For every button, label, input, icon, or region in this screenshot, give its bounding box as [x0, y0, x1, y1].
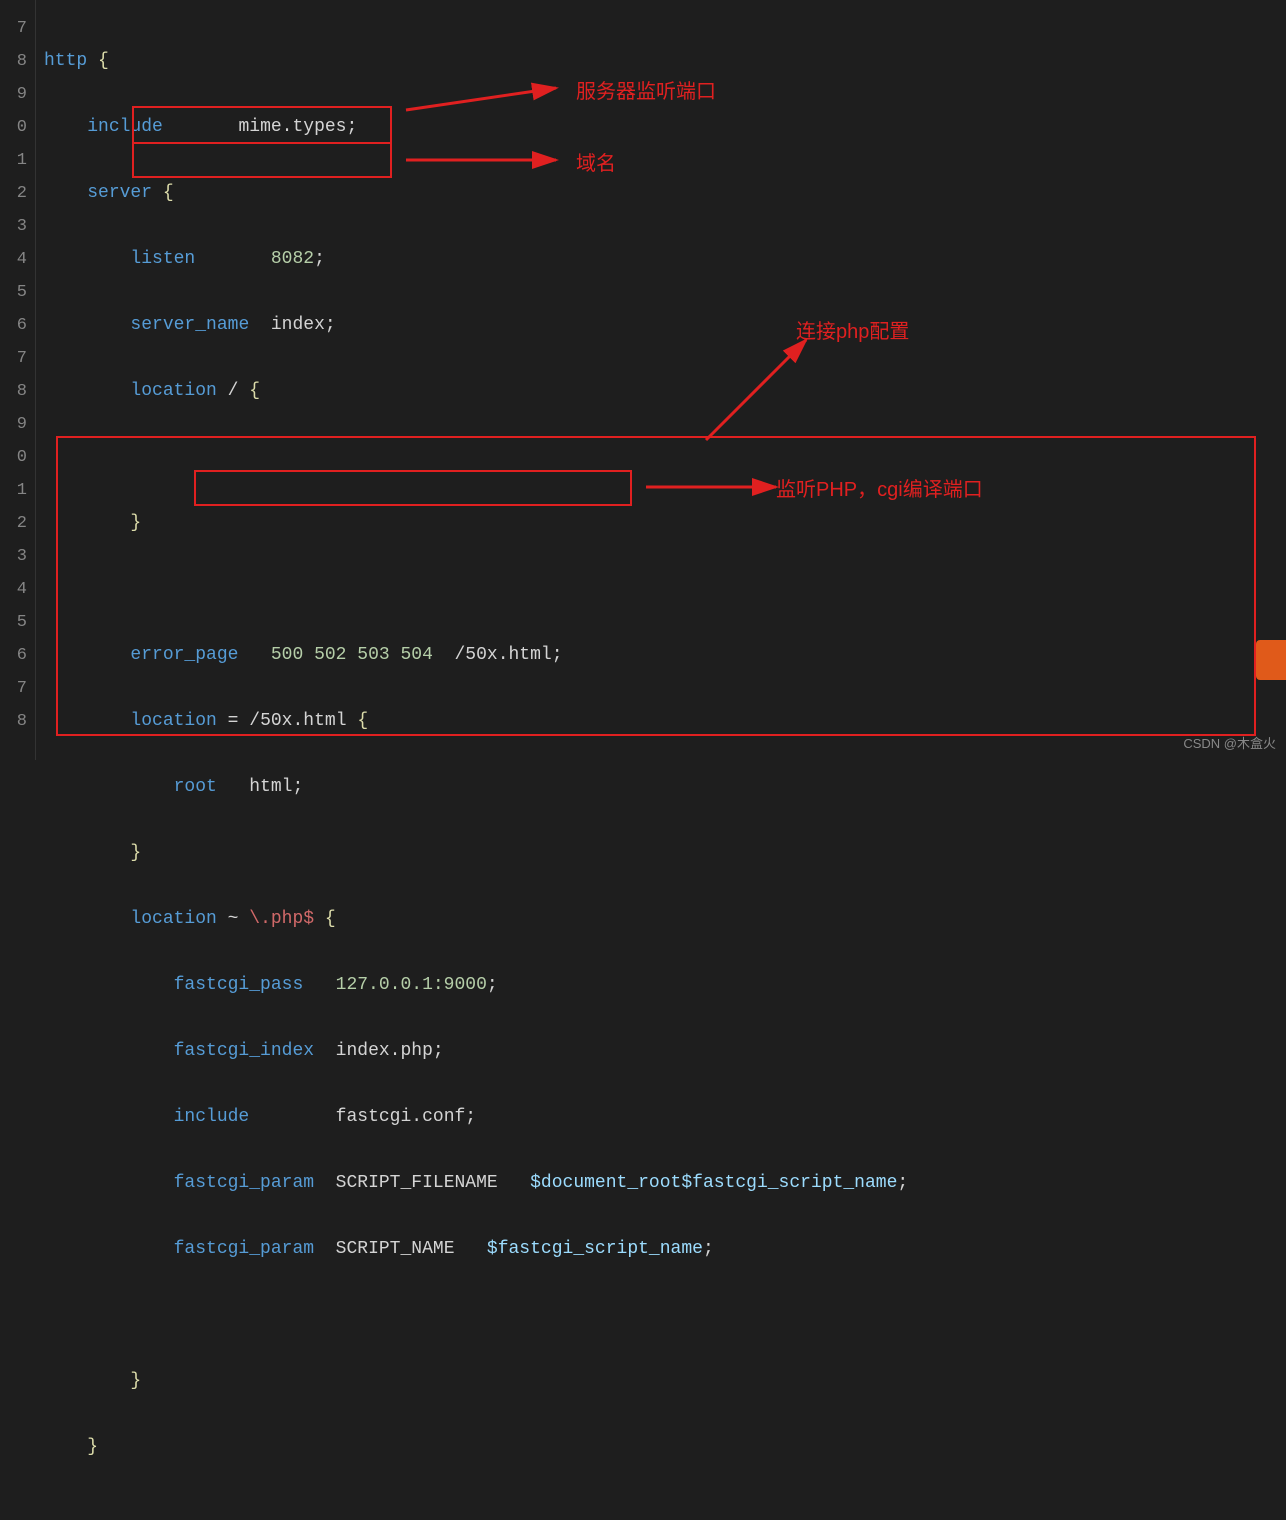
- side-badge-icon: [1256, 640, 1286, 680]
- code-content[interactable]: http { include mime.types; server { list…: [36, 0, 1286, 760]
- line-number: 5: [0, 606, 27, 639]
- directive-fastcgi-param: fastcgi_param: [174, 1173, 314, 1193]
- directive-listen: listen: [130, 249, 195, 269]
- directive-fastcgi-index: fastcgi_index: [174, 1041, 314, 1061]
- line-number: 3: [0, 540, 27, 573]
- brace: }: [130, 843, 141, 863]
- line-number: 6: [0, 309, 27, 342]
- value: mime.types: [238, 117, 346, 137]
- port-number: 8082: [271, 249, 314, 269]
- code-editor: 7 8 9 0 1 2 3 4 5 6 7 8 9 0 1 2 3 4 5 6 …: [0, 0, 1286, 760]
- line-number: 8: [0, 375, 27, 408]
- line-number: 7: [0, 672, 27, 705]
- directive-location: location: [130, 381, 216, 401]
- variable: $fastcgi_script_name: [487, 1239, 703, 1259]
- variable: $fastcgi_script_name: [681, 1173, 897, 1193]
- directive-server-name: server_name: [130, 315, 249, 335]
- directive-location: location: [130, 909, 216, 929]
- brace: {: [163, 183, 174, 203]
- line-number: 2: [0, 177, 27, 210]
- keyword-server: server: [87, 183, 152, 203]
- directive-root: root: [174, 777, 217, 797]
- line-number: 9: [0, 78, 27, 111]
- line-number: 4: [0, 573, 27, 606]
- line-number: 7: [0, 342, 27, 375]
- annotation-php-cgi-port: 监听PHP，cgi编译端口: [776, 474, 983, 507]
- status-codes: 500 502 503 504: [271, 645, 433, 665]
- directive-include: include: [87, 117, 163, 137]
- keyword-http: http: [44, 51, 87, 71]
- line-number: 1: [0, 144, 27, 177]
- line-number: 2: [0, 507, 27, 540]
- directive-fastcgi-pass: fastcgi_pass: [174, 975, 304, 995]
- line-number: 9: [0, 408, 27, 441]
- directive-fastcgi-param: fastcgi_param: [174, 1239, 314, 1259]
- variable: $document_root: [530, 1173, 681, 1193]
- brace: }: [130, 513, 141, 533]
- directive-location: location: [130, 711, 216, 731]
- watermark: CSDN @木盒火: [1183, 733, 1276, 752]
- address: 127.0.0.1:9000: [336, 975, 487, 995]
- directive-error-page: error_page: [130, 645, 238, 665]
- line-number: 8: [0, 705, 27, 738]
- annotation-listen-port: 服务器监听端口: [576, 76, 716, 109]
- highlight-fastcgi-pass: [194, 470, 632, 506]
- brace: }: [130, 1371, 141, 1391]
- brace: }: [87, 1437, 98, 1457]
- value: index: [271, 315, 325, 335]
- line-number: 3: [0, 210, 27, 243]
- arrow-2: [396, 145, 566, 175]
- annotation-php-config: 连接php配置: [796, 316, 909, 349]
- line-number: 6: [0, 639, 27, 672]
- annotation-domain: 域名: [576, 148, 616, 181]
- arrow-4: [636, 475, 786, 500]
- highlight-server-name: [132, 142, 392, 178]
- line-number: 0: [0, 111, 27, 144]
- line-number: 1: [0, 474, 27, 507]
- line-number-gutter: 7 8 9 0 1 2 3 4 5 6 7 8 9 0 1 2 3 4 5 6 …: [0, 0, 36, 760]
- directive-include: include: [174, 1107, 250, 1127]
- line-number: 4: [0, 243, 27, 276]
- brace: {: [98, 51, 109, 71]
- line-number: 8: [0, 45, 27, 78]
- line-number: 0: [0, 441, 27, 474]
- regex: \.php$: [249, 909, 314, 929]
- line-number: 7: [0, 12, 27, 45]
- line-number: 5: [0, 276, 27, 309]
